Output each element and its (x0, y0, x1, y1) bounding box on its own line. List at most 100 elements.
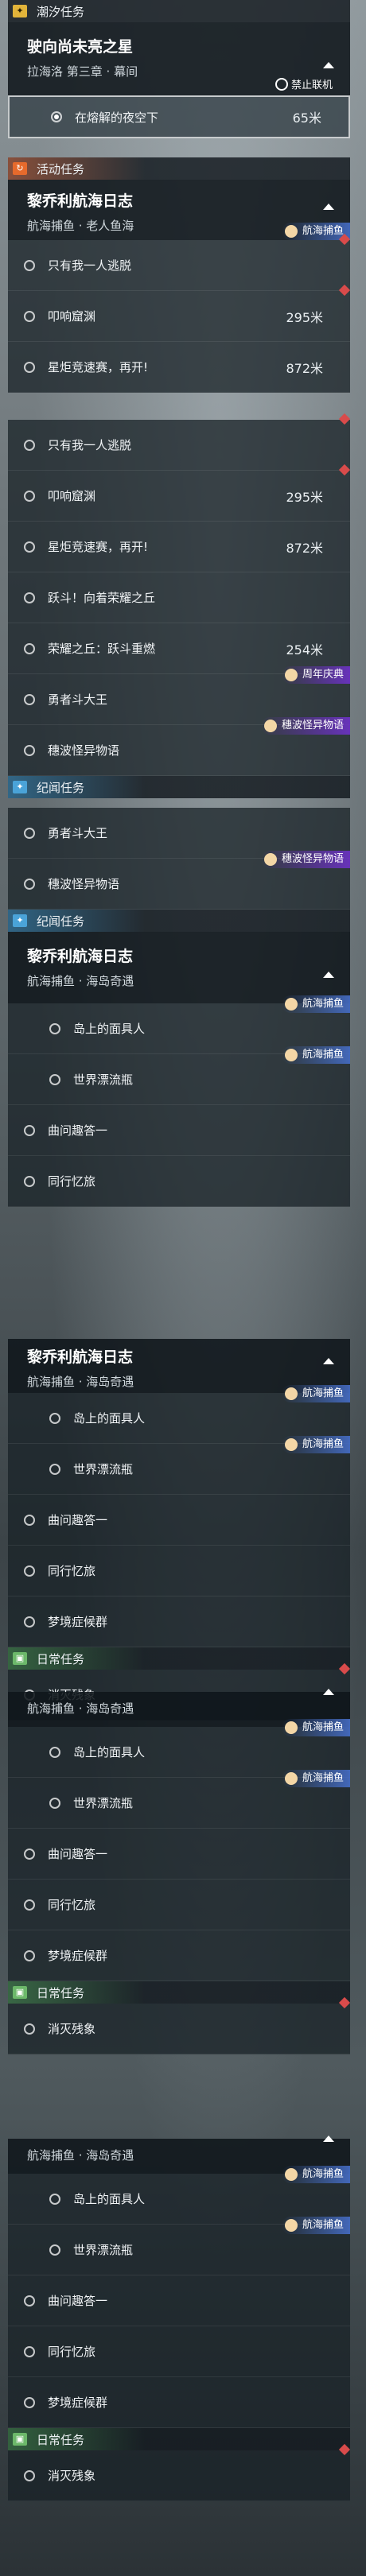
quest-label: 同行忆旅 (48, 1174, 96, 1189)
quest-item[interactable]: 梦境症候群 (8, 1596, 350, 1647)
quest-label: 勇者斗大王 (48, 826, 108, 840)
quest-item[interactable]: 跃斗！向着荣耀之丘 (8, 572, 350, 623)
radio-icon (24, 1175, 35, 1187)
quest-item[interactable]: 穗波怪异物语 穗波怪异物语 (8, 717, 350, 776)
quest-item[interactable]: 曲问趣答一 (8, 2275, 350, 2326)
quest-label: 曲问趣答一 (48, 1123, 108, 1138)
legend-quest-subtitle: 航海捕鱼 · 海岛奇遇 (27, 1701, 134, 1716)
quest-label: 星炬竞速赛，再开! (48, 360, 149, 374)
tide-section: ✦ 潮汐任务 驶向尚未亮之星 拉海洛 第三章 · 幕间 禁止联机 在熔解的夜空下… (8, 0, 350, 138)
daily-category-label: 日常任务 (37, 2432, 85, 2447)
mascot-icon (284, 1438, 298, 1451)
legend-quest-title: 黎乔利航海日志 (27, 1348, 134, 1366)
tide-distance: 65米 (292, 111, 321, 126)
tide-category-label: 潮汐任务 (37, 4, 85, 19)
quest-item[interactable]: 同行忆旅 (8, 1156, 350, 1207)
activity-quest-header[interactable]: 黎乔利航海日志 航海捕鱼 · 老人鱼海 航海捕鱼 (8, 180, 350, 240)
quest-item[interactable]: 曲问趣答一 (8, 1105, 350, 1156)
quest-item[interactable]: 只有我一人逃脱 (8, 233, 351, 291)
legend-quest-subtitle: 航海捕鱼 · 海岛奇遇 (27, 974, 134, 988)
quest-label: 世界漂流瓶 (73, 1796, 134, 1810)
activity-section: ↻ 活动任务 黎乔利航海日志 航海捕鱼 · 老人鱼海 航海捕鱼 只有我一人逃脱 … (8, 157, 351, 393)
anniversary-tag: 周年庆典 (281, 666, 350, 684)
tide-quest-title: 驶向尚未亮之星 (27, 38, 134, 56)
legend-category-bar[interactable]: ✦ 纪闻任务 (8, 776, 350, 798)
collapse-chevron-icon[interactable] (323, 972, 334, 978)
quest-item[interactable]: 叩响窟渊 295米 (8, 284, 351, 342)
quest-item[interactable]: 梦境症候群 (8, 1930, 350, 1981)
quest-sub-item[interactable]: 世界漂流瓶 航海捕鱼 (8, 1770, 350, 1829)
quest-label: 荣耀之丘：跃斗重燃 (48, 642, 156, 656)
fishing-tag-label: 航海捕鱼 (302, 1721, 344, 1733)
quest-item[interactable]: 只有我一人逃脱 (8, 413, 351, 471)
quest-sub-item[interactable]: 世界漂流瓶 航海捕鱼 (8, 2217, 350, 2275)
quest-label: 梦境症候群 (48, 2396, 108, 2410)
daily-icon: ▣ (13, 1986, 27, 1999)
quest-label: 世界漂流瓶 (73, 2243, 134, 2257)
fishing-tag-label: 航海捕鱼 (302, 225, 344, 237)
radio-icon (24, 310, 35, 322)
collapse-chevron-icon[interactable] (323, 204, 334, 210)
daily-quest-item[interactable]: 消灭残象 (8, 2443, 351, 2501)
daily-category-bar[interactable]: ▣ 日常任务 (8, 1647, 350, 1670)
quest-item[interactable]: 穗波怪异物语 穗波怪异物语 (8, 851, 350, 910)
quest-item[interactable]: 梦境症候群 (8, 2377, 350, 2428)
radio-icon (24, 1899, 35, 1911)
fishing-tag-label: 航海捕鱼 (302, 1438, 344, 1450)
quest-sub-item[interactable]: 世界漂流瓶 航海捕鱼 (8, 1046, 350, 1105)
radio-icon (24, 490, 35, 502)
radio-icon (49, 1073, 60, 1085)
quest-item[interactable]: 曲问趣答一 (8, 1495, 350, 1546)
quest-label: 世界漂流瓶 (73, 1073, 134, 1087)
quest-label: 叩响窟渊 (48, 309, 96, 324)
activity-category-bar[interactable]: ↻ 活动任务 (8, 157, 350, 180)
radio-icon (49, 1022, 60, 1034)
quest-item[interactable]: 星炬竞速赛，再开! 872米 (8, 522, 350, 572)
quest-label: 曲问趣答一 (48, 2294, 108, 2308)
daily-icon: ▣ (13, 1652, 27, 1665)
quest-item[interactable]: 同行忆旅 (8, 1546, 350, 1596)
collapse-chevron-icon[interactable] (323, 2136, 334, 2142)
tide-icon: ✦ (13, 5, 27, 17)
radio-icon (24, 1565, 35, 1577)
fishing-tag: 航海捕鱼 (281, 1770, 350, 1787)
quest-label: 勇者斗大王 (48, 692, 108, 707)
daily-category-bar[interactable]: ▣ 日常任务 (8, 2428, 350, 2450)
fishing-tag: 航海捕鱼 (281, 1436, 350, 1453)
quest-sub-item[interactable]: 世界漂流瓶 航海捕鱼 (8, 1436, 350, 1495)
fishing-tag-label: 航海捕鱼 (302, 1772, 344, 1784)
radio-icon (24, 1848, 35, 1860)
wave-tag-label: 穗波怪异物语 (281, 720, 344, 731)
daily-category-bar[interactable]: ▣ 日常任务 (8, 1981, 350, 2004)
quest-item[interactable]: 叩响窟渊 295米 (8, 464, 351, 522)
collapse-chevron-icon[interactable] (323, 62, 334, 68)
fishing-tag: 航海捕鱼 (281, 1385, 350, 1402)
mascot-icon (284, 998, 298, 1011)
collapse-chevron-icon[interactable] (323, 1358, 334, 1364)
tide-sub-item[interactable]: 禁止联机 在熔解的夜空下 65米 (8, 77, 350, 138)
daily-category-label: 日常任务 (37, 1985, 85, 2000)
quest-item[interactable]: 同行忆旅 (8, 1880, 350, 1930)
legend-category-bar[interactable]: ✦ 纪闻任务 (8, 910, 350, 932)
quest-label: 消灭残象 (48, 2022, 96, 2036)
daily-quest-item[interactable]: 消灭残象 (8, 1996, 351, 2054)
fishing-tag: 航海捕鱼 (281, 2217, 350, 2234)
fishing-tag-label: 航海捕鱼 (302, 2168, 344, 2180)
mascot-icon (284, 2168, 298, 2181)
legend-quest-header[interactable]: 黎乔利航海日志 航海捕鱼 · 海岛奇遇 (8, 932, 350, 1003)
quest-label: 星炬竞速赛，再开! (48, 540, 149, 554)
legend-quest-subtitle: 航海捕鱼 · 海岛奇遇 (27, 2148, 134, 2163)
quest-item[interactable]: 星炬竞速赛，再开! 872米 (8, 342, 350, 393)
activity-list-scrolled: 只有我一人逃脱 叩响窟渊 295米 星炬竞速赛，再开! 872米 跃斗！向着荣耀之丘… (8, 413, 351, 798)
quest-label: 曲问趣答一 (48, 1847, 108, 1861)
quest-item[interactable]: 曲问趣答一 (8, 1829, 350, 1880)
tide-category-bar[interactable]: ✦ 潮汐任务 (8, 0, 350, 22)
quest-item[interactable]: 同行忆旅 (8, 2326, 350, 2377)
quest-label: 同行忆旅 (48, 1898, 96, 1912)
fishing-tag: 航海捕鱼 (281, 1719, 350, 1736)
radio-icon (49, 2193, 60, 2205)
radio-icon (24, 439, 35, 451)
fishing-tag: 航海捕鱼 (281, 995, 350, 1013)
collapse-chevron-icon[interactable] (323, 1689, 334, 1695)
fishing-tag-label: 航海捕鱼 (302, 2219, 344, 2231)
